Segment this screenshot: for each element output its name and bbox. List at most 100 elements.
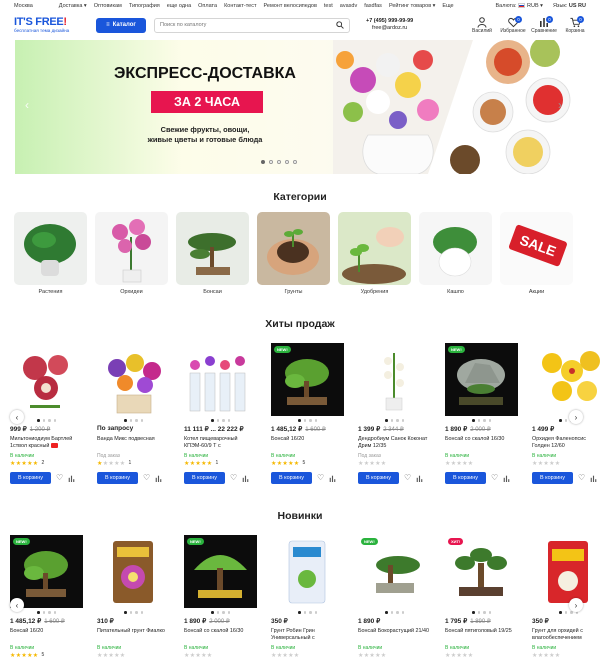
product-image[interactable] bbox=[532, 343, 600, 416]
city-selector[interactable]: Москва bbox=[14, 3, 33, 9]
image-dot[interactable] bbox=[135, 419, 138, 422]
product-card[interactable]: 350 ₽ Грунт для орхидей с влагообеспечен… bbox=[532, 535, 600, 660]
add-to-cart-button[interactable]: В корзину bbox=[97, 472, 138, 484]
category-item[interactable]: Орхидеи bbox=[95, 212, 168, 295]
image-dot[interactable] bbox=[559, 611, 562, 614]
image-dot[interactable] bbox=[309, 611, 312, 614]
category-item[interactable]: Бонсаи bbox=[176, 212, 249, 295]
top-nav-item[interactable]: avasdv bbox=[340, 3, 357, 9]
image-dot[interactable] bbox=[48, 419, 51, 422]
product-name[interactable]: Котел пищеварочный КПЭМ-60/9 Т с bbox=[184, 436, 257, 451]
image-dot[interactable] bbox=[472, 611, 475, 614]
image-dot[interactable] bbox=[472, 419, 475, 422]
compare-icon[interactable] bbox=[68, 475, 75, 482]
favorite-heart-icon[interactable]: ♡ bbox=[491, 474, 498, 482]
search-input[interactable] bbox=[160, 22, 336, 28]
image-dot[interactable] bbox=[401, 611, 404, 614]
image-dot[interactable] bbox=[385, 419, 388, 422]
top-nav-item[interactable]: Контакт-тест bbox=[224, 3, 256, 9]
product-image[interactable]: ХИТ! bbox=[445, 535, 518, 608]
image-dot[interactable] bbox=[37, 611, 40, 614]
image-dot[interactable] bbox=[396, 611, 399, 614]
image-dot[interactable] bbox=[124, 419, 127, 422]
slider-dot[interactable] bbox=[277, 160, 281, 164]
add-to-cart-button[interactable]: В корзину bbox=[358, 472, 399, 484]
catalog-button[interactable]: ≡ Каталог bbox=[96, 17, 146, 33]
product-card[interactable]: 310 ₽ Питательный грунт Фиалко В наличии… bbox=[97, 535, 170, 660]
top-nav-item[interactable]: test bbox=[324, 3, 333, 9]
image-dot[interactable] bbox=[390, 611, 393, 614]
image-dot[interactable] bbox=[303, 419, 306, 422]
email-link[interactable]: free@ardoz.ru bbox=[366, 25, 413, 32]
product-image[interactable]: NEW! bbox=[184, 535, 257, 608]
image-dot[interactable] bbox=[401, 419, 404, 422]
image-dot[interactable] bbox=[140, 611, 143, 614]
top-nav-item[interactable]: еще одна bbox=[167, 3, 191, 9]
product-name[interactable]: Бонсай Бокорастущий 21/40 bbox=[358, 628, 431, 643]
product-card[interactable]: 1 499 ₽ Орхидея Фаленопсис Голден 12/60 … bbox=[532, 343, 600, 484]
product-card[interactable]: NEW! 1 890 ₽2 000 ₽ Бонсай со скалой 16/… bbox=[184, 535, 257, 660]
phone-link[interactable]: +7 (495) 999-99-99 bbox=[366, 18, 413, 25]
image-dot[interactable] bbox=[385, 611, 388, 614]
image-dot[interactable] bbox=[390, 419, 393, 422]
product-image[interactable]: NEW! bbox=[10, 535, 83, 608]
product-card[interactable]: 11 111 ₽ ... 22 222 ₽ Котел пищеварочный… bbox=[184, 343, 257, 484]
image-dot[interactable] bbox=[488, 611, 491, 614]
add-to-cart-button[interactable]: В корзину bbox=[184, 472, 225, 484]
slider-dot[interactable] bbox=[285, 160, 289, 164]
currency-selector[interactable]: Валюта: RUB ▾ bbox=[496, 3, 543, 9]
favorite-heart-icon[interactable]: ♡ bbox=[143, 474, 150, 482]
image-dot[interactable] bbox=[222, 611, 225, 614]
banner-prev-arrow[interactable]: ‹ bbox=[25, 98, 29, 112]
youtube-icon[interactable] bbox=[51, 443, 59, 449]
category-item[interactable]: Растения bbox=[14, 212, 87, 295]
product-image[interactable] bbox=[358, 343, 431, 416]
favorite-heart-icon[interactable]: ♡ bbox=[404, 474, 411, 482]
product-card[interactable]: ХИТ! 1 795 ₽1 890 ₽ Бонсай пятиголовый 1… bbox=[445, 535, 518, 660]
category-item[interactable]: Кашпо bbox=[419, 212, 492, 295]
top-nav-item[interactable]: Оптовикам bbox=[94, 3, 122, 9]
product-image[interactable] bbox=[10, 343, 83, 416]
product-card[interactable]: 350 ₽ Грунт Робин Грин Универсальный с В… bbox=[271, 535, 344, 660]
product-name[interactable]: Бонсай со скалой 16/30 bbox=[445, 436, 518, 451]
image-dot[interactable] bbox=[37, 419, 40, 422]
image-dot[interactable] bbox=[298, 419, 301, 422]
top-nav-item[interactable]: Оплата bbox=[198, 3, 217, 9]
product-name[interactable]: Грунт Робин Грин Универсальный с bbox=[271, 628, 344, 643]
compare-icon[interactable] bbox=[329, 475, 336, 482]
favorite-heart-icon[interactable]: ♡ bbox=[317, 474, 324, 482]
image-dot[interactable] bbox=[303, 611, 306, 614]
image-dot[interactable] bbox=[135, 611, 138, 614]
image-dot[interactable] bbox=[227, 419, 230, 422]
product-card[interactable]: По запросу Ванда Микс подвесная Под зака… bbox=[97, 343, 170, 484]
product-name[interactable]: Мильтониодиум Бартлей 1ствол красный bbox=[10, 436, 83, 451]
compare-icon[interactable] bbox=[590, 475, 597, 482]
image-dot[interactable] bbox=[298, 611, 301, 614]
category-item[interactable]: Грунты bbox=[257, 212, 330, 295]
image-dot[interactable] bbox=[483, 419, 486, 422]
hits-prev-arrow[interactable]: ‹ bbox=[10, 410, 24, 424]
image-dot[interactable] bbox=[48, 611, 51, 614]
product-image[interactable] bbox=[97, 535, 170, 608]
top-nav-item[interactable]: Типография bbox=[129, 3, 160, 9]
product-card[interactable]: NEW! 1 890 ₽ Бонсай Бокорастущий 21/40 В… bbox=[358, 535, 431, 660]
product-card[interactable]: 1 399 ₽2 344 ₽ Дендробиум Санок Коконат … bbox=[358, 343, 431, 484]
image-dot[interactable] bbox=[309, 419, 312, 422]
product-card[interactable]: NEW! 1 485,12 ₽1 600 ₽ Бонсай 16/20 В на… bbox=[271, 343, 344, 484]
image-dot[interactable] bbox=[140, 419, 143, 422]
account-button[interactable]: Василий bbox=[471, 16, 493, 34]
news-prev-arrow[interactable]: ‹ bbox=[10, 598, 24, 612]
product-image[interactable] bbox=[184, 343, 257, 416]
compare-icon[interactable] bbox=[242, 475, 249, 482]
compare-button[interactable]: 0 Сравнение bbox=[531, 15, 557, 34]
product-image[interactable]: NEW! bbox=[358, 535, 431, 608]
slider-dot[interactable] bbox=[269, 160, 273, 164]
product-name[interactable]: Орхидея Фаленопсис Голден 12/60 bbox=[532, 436, 600, 451]
image-dot[interactable] bbox=[129, 419, 132, 422]
product-card[interactable]: NEW! 1 485,12 ₽1 600 ₽ Бонсай 16/20 В на… bbox=[10, 535, 83, 660]
image-dot[interactable] bbox=[124, 611, 127, 614]
add-to-cart-button[interactable]: В корзину bbox=[271, 472, 312, 484]
language-selector[interactable]: Язык: US RU bbox=[553, 3, 586, 9]
image-dot[interactable] bbox=[216, 419, 219, 422]
favorites-button[interactable]: 0 Избранное bbox=[500, 15, 526, 34]
